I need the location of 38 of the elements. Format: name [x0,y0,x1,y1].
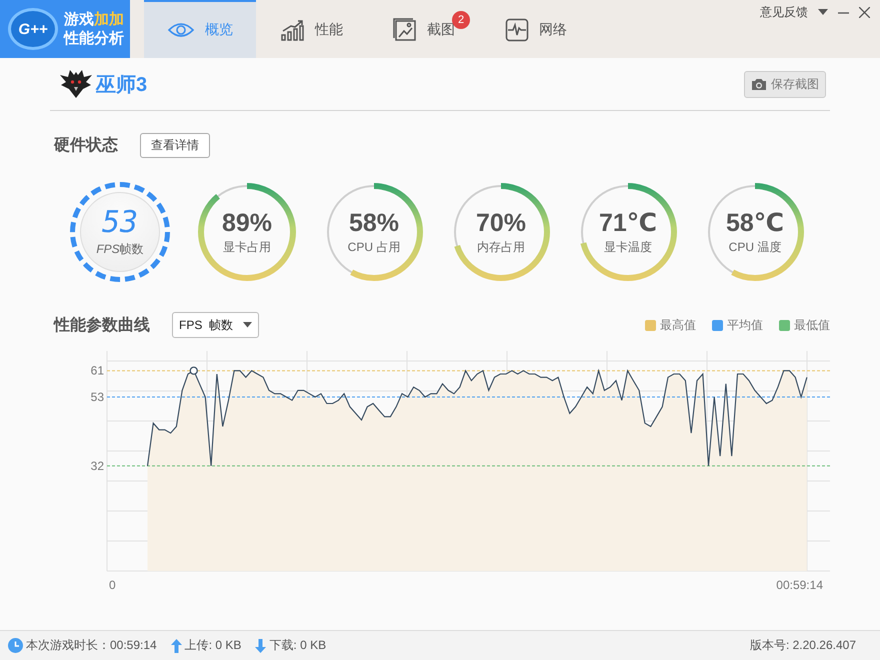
app-title: 游戏加加 [64,10,124,29]
gauge-label: FPS帧数 [96,240,144,258]
legend-label: 平均值 [727,316,763,334]
gauge-label: CPU 占用 [348,238,400,256]
section-title: 硬件状态 [54,135,118,156]
gauge-value: 58% [348,208,400,236]
gauge-label: 显卡占用 [223,238,271,256]
y-tick-label: 32 [90,458,104,473]
count-badge: 2 [452,11,470,29]
legend-label: 最低值 [794,316,830,334]
legend-label: 最高值 [660,316,696,334]
app-logo: G++ [8,8,58,50]
game-title: 巫师3 [96,72,148,98]
y-tick-label: 61 [90,364,104,378]
upload-amount: 上传: 0 KB [184,637,242,654]
x-tick-label: 00:59:14 [776,578,823,592]
x-tick-label: 0 [109,578,116,592]
download-amount: 下载: 0 KB [269,637,326,654]
nav-tab[interactable]: 截图 2 [368,0,480,58]
play-duration: 本次游戏时长：00:59:14 [26,637,157,654]
gauge-label: 显卡温度 [604,238,652,256]
section-title: 性能参数曲线 [54,315,150,336]
gauge-value: 89% [222,208,272,236]
metric-dropdown[interactable]: FPS 帧数 [172,312,259,338]
gauge-label: CPU 温度 [728,238,782,256]
nav-tab[interactable]: 性能 [256,0,368,58]
details-button[interactable]: 查看详情 [140,133,210,158]
y-tick-label: 53 [90,390,104,404]
gauge-label: 内存占用 [477,238,525,256]
save-screenshot-button[interactable]: 保存截图 [744,70,826,98]
app-subtitle: 性能分析 [64,29,124,48]
gauge-value: 70% [476,208,526,236]
gauge-value: 71℃ [598,208,658,236]
nav-tab[interactable]: 网络 [480,0,592,58]
version-number: 版本号: 2.20.26.407 [750,637,856,654]
feedback-link[interactable]: 意见反馈 [760,4,808,21]
gauge-value: 58℃ [726,208,784,236]
fps-value: 53 [102,206,138,238]
